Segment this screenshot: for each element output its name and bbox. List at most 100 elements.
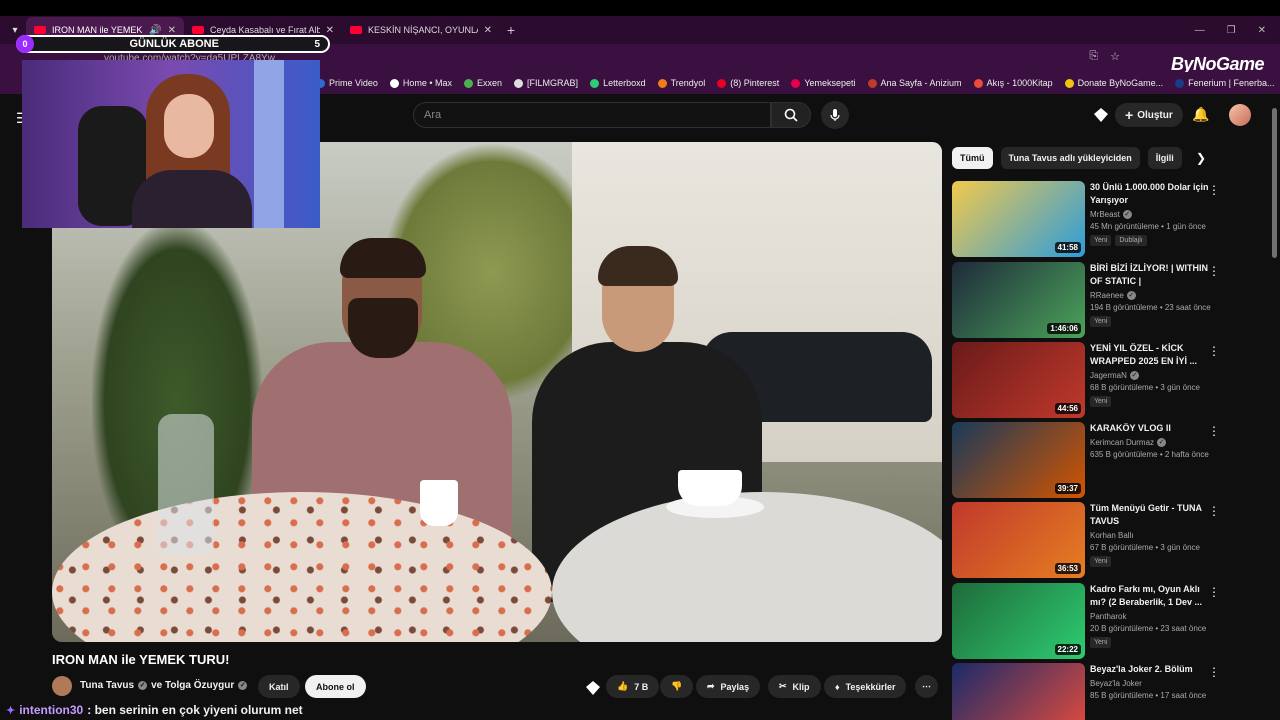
bookmark[interactable]: Trendyol — [657, 78, 705, 88]
close-tab-icon[interactable]: ✕ — [484, 25, 492, 36]
rec-title[interactable]: Beyaz'la Joker 2. Bölüm — [1090, 663, 1210, 676]
minimize-icon[interactable]: — — [1195, 25, 1205, 36]
new-tab-button[interactable]: + — [500, 22, 522, 38]
recommendation-item[interactable]: 39:37 KARAKÖY VLOG II Kerimcan Durmaz ✓ 6… — [952, 422, 1242, 498]
channel-info[interactable]: Tuna Tavus ✓ ve Tolga Özuygur ✓ — [80, 680, 248, 691]
recommendation-item[interactable]: Beyaz'la Joker 2. Bölüm Beyaz'la Joker 8… — [952, 663, 1242, 720]
subscribe-button[interactable]: Abone ol — [305, 675, 366, 698]
bookmark[interactable]: Letterboxd — [590, 78, 646, 88]
rec-channel[interactable]: Korhan Ballı — [1090, 531, 1134, 540]
rec-channel[interactable]: JagermaN — [1090, 371, 1127, 380]
duration-badge: 44:56 — [1054, 403, 1081, 414]
rec-title[interactable]: 30 Ünlü 1.000.000 Dolar için Yarışıyor — [1090, 181, 1210, 207]
user-avatar[interactable] — [1229, 104, 1251, 126]
bookmark-icon — [717, 78, 727, 88]
rec-channel[interactable]: RRaenee — [1090, 291, 1124, 300]
rec-title[interactable]: YENİ YIL ÖZEL - KİCK WRAPPED 2025 EN İYİ… — [1090, 342, 1210, 368]
video-thumbnail[interactable]: 1:46:06 — [952, 262, 1085, 338]
recommendation-item[interactable]: 36:53 Tüm Menüyü Getir - TUNA TAVUS Korh… — [952, 502, 1242, 578]
bookmark-star-icon[interactable]: ☆ — [1110, 50, 1120, 63]
scrollbar-thumb[interactable] — [1272, 108, 1277, 258]
create-button[interactable]: + Oluştur — [1115, 103, 1183, 127]
chat-message: ✦ intention30 : ben serinin en çok yiyen… — [0, 700, 303, 720]
dubbed-badge: Dublajlı — [1115, 235, 1147, 246]
premium-gem-icon[interactable] — [585, 680, 601, 696]
rec-meta: 68 B görüntüleme • 3 gün önce — [1090, 383, 1200, 392]
rec-channel[interactable]: Kerimcan Durmaz — [1090, 438, 1154, 447]
bookmark[interactable]: Prime Video — [316, 78, 378, 88]
speaker-icon[interactable]: 🔊 — [149, 25, 161, 36]
rec-title[interactable]: Kadro Farkı mı, Oyun Aklı mı? (2 Beraber… — [1090, 583, 1210, 609]
like-button[interactable]: 👍 7 B — [606, 675, 660, 698]
chip-related[interactable]: İlgili — [1147, 147, 1182, 169]
thumbs-up-icon: 👍 — [617, 681, 629, 691]
tab-title: KESKİN NİŞANCI, OYUNLARDAN — [368, 25, 478, 35]
youtube-favicon-icon — [34, 26, 46, 34]
bookmark[interactable]: Yemeksepeti — [791, 78, 856, 88]
premium-gem-icon[interactable] — [1093, 107, 1109, 123]
top-strip — [0, 0, 1280, 16]
maximize-icon[interactable]: ❐ — [1227, 25, 1236, 36]
bookmark[interactable]: Exxen — [464, 78, 502, 88]
verified-icon: ✓ — [238, 681, 248, 690]
collab-text[interactable]: ve Tolga Özuygur — [151, 680, 234, 691]
thanks-button[interactable]: ♦ Teşekkürler — [824, 675, 907, 698]
rec-title[interactable]: BİRİ BİZİ İZLİYOR! | WITHIN OF STATIC | — [1090, 262, 1210, 288]
tab-title: Ceyda Kasabalı ve Fırat Albayrak — [210, 25, 320, 35]
bookmark[interactable]: Akış - 1000Kitap — [973, 78, 1053, 88]
voice-search-button[interactable] — [821, 101, 849, 129]
rec-channel[interactable]: MrBeast — [1090, 210, 1120, 219]
scissors-icon: ✂ — [779, 681, 787, 691]
chip-all[interactable]: Tümü — [952, 147, 993, 169]
more-options-icon[interactable]: ⋮ — [1208, 424, 1220, 438]
rec-channel[interactable]: Pantharok — [1090, 612, 1126, 621]
close-tab-icon[interactable]: ✕ — [326, 25, 334, 36]
clip-button[interactable]: ✂ Klip — [768, 675, 821, 698]
more-options-icon[interactable]: ⋮ — [1208, 585, 1220, 599]
rec-channel[interactable]: Beyaz'la Joker — [1090, 679, 1142, 688]
channel-avatar[interactable] — [52, 676, 72, 696]
browser-window: { "browser": { "tabs": [ {"title": "IRON… — [0, 0, 1280, 720]
video-thumbnail[interactable]: 22:22 — [952, 583, 1085, 659]
video-thumbnail[interactable]: 41:58 — [952, 181, 1085, 257]
recommendation-item[interactable]: 44:56 YENİ YIL ÖZEL - KİCK WRAPPED 2025 … — [952, 342, 1242, 418]
share-button[interactable]: ➦ Paylaş — [696, 675, 761, 698]
more-options-icon[interactable]: ⋮ — [1208, 504, 1220, 518]
close-tab-icon[interactable]: ✕ — [168, 25, 176, 36]
join-button[interactable]: Katıl — [258, 675, 300, 698]
video-thumbnail[interactable]: 44:56 — [952, 342, 1085, 418]
bookmark[interactable]: Donate ByNoGame... — [1064, 78, 1163, 88]
channel-name[interactable]: Tuna Tavus — [80, 680, 134, 691]
close-window-icon[interactable]: ✕ — [1258, 25, 1266, 36]
chip-from-uploader[interactable]: Tuna Tavus adlı yükleyiciden — [1000, 147, 1140, 169]
bookmark[interactable]: (8) Pinterest — [717, 78, 779, 88]
duration-badge: 41:58 — [1054, 242, 1081, 253]
more-options-icon[interactable]: ⋮ — [1208, 665, 1220, 679]
new-badge: Yeni — [1090, 556, 1112, 567]
bookmark[interactable]: Ana Sayfa - Anizium — [867, 78, 962, 88]
search-button[interactable] — [771, 102, 811, 128]
bookmark[interactable]: [FILMGRAB] — [514, 78, 578, 88]
recommendation-item[interactable]: 41:58 30 Ünlü 1.000.000 Dolar için Yarış… — [952, 181, 1242, 257]
video-thumbnail[interactable] — [952, 663, 1085, 720]
video-thumbnail[interactable]: 39:37 — [952, 422, 1085, 498]
rec-title[interactable]: KARAKÖY VLOG II — [1090, 422, 1210, 435]
more-options-icon[interactable]: ⋮ — [1208, 183, 1220, 197]
bookmark[interactable]: Fenerium | Fenerba... — [1175, 78, 1275, 88]
notifications-bell-icon[interactable]: 🔔 — [1192, 106, 1209, 123]
video-thumbnail[interactable]: 36:53 — [952, 502, 1085, 578]
recommendation-item[interactable]: 1:46:06 BİRİ BİZİ İZLİYOR! | WITHIN OF S… — [952, 262, 1242, 338]
cast-icon[interactable]: ⎘ — [1089, 50, 1098, 63]
chevron-right-icon[interactable]: ❯ — [1196, 151, 1206, 165]
dislike-button[interactable]: 👎 — [660, 675, 694, 698]
recommendation-item[interactable]: 22:22 Kadro Farkı mı, Oyun Aklı mı? (2 B… — [952, 583, 1242, 659]
more-actions-button[interactable]: ⋯ — [915, 675, 938, 698]
tab-3[interactable]: KESKİN NİŞANCI, OYUNLARDAN ✕ — [342, 17, 500, 43]
rec-title[interactable]: Tüm Menüyü Getir - TUNA TAVUS — [1090, 502, 1210, 528]
scrollbar[interactable] — [1270, 100, 1278, 700]
search-input[interactable]: Ara — [413, 102, 771, 128]
sub-count-badge: 0 — [16, 35, 34, 53]
more-options-icon[interactable]: ⋮ — [1208, 344, 1220, 358]
bookmark[interactable]: Home • Max — [389, 78, 452, 88]
more-options-icon[interactable]: ⋮ — [1208, 264, 1220, 278]
